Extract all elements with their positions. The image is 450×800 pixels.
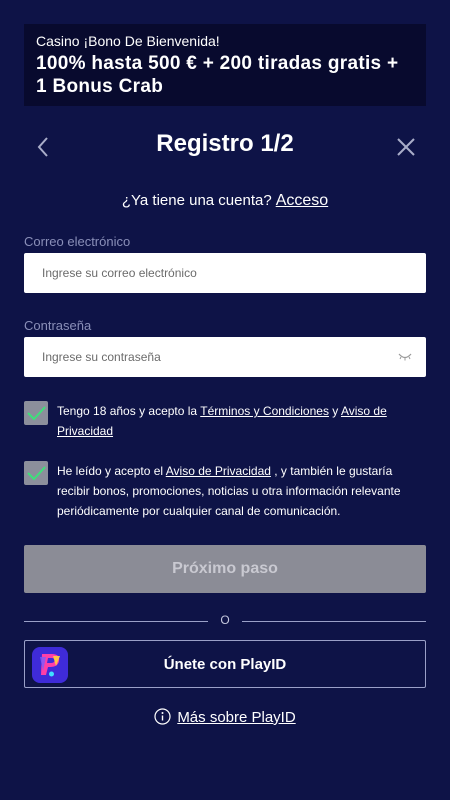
password-field[interactable] [24,337,426,377]
password-field-wrapper [24,337,426,377]
close-icon [397,138,415,156]
login-prompt: ¿Ya tiene una cuenta? Acceso [0,192,450,210]
more-about-playid-link[interactable]: Más sobre PlayID [177,709,295,726]
next-step-button[interactable]: Próximo paso [24,545,426,593]
privacy-link-marketing[interactable]: Aviso de Privacidad [166,464,271,478]
close-button[interactable] [394,134,418,160]
email-field-wrapper [24,253,426,293]
join-playid-button[interactable]: Únete con PlayID [24,640,426,688]
login-question: ¿Ya tiene una cuenta? [121,192,272,209]
banner-subtitle: Casino ¡Bono De Bienvenida! [36,33,220,49]
marketing-checkbox[interactable] [24,461,48,485]
more-about-playid: Más sobre PlayID [0,708,450,726]
banner-title: 100% hasta 500 € + 200 tiradas gratis + … [36,53,399,97]
checkmark-icon [27,466,46,481]
info-icon [154,708,171,725]
divider-label: O [220,613,230,627]
password-label: Contraseña [24,318,92,333]
playid-button-label: Únete con PlayID [163,656,287,673]
terms-text-middle: y [328,404,341,418]
email-label: Correo electrónico [24,234,131,249]
marketing-consent-text: He leído y acepto el Aviso de Privacidad… [57,461,426,521]
or-divider: O [24,612,426,630]
eye-hidden-icon[interactable] [398,351,412,363]
page-title: Registro 1/2 [156,130,294,157]
divider-line-right [242,621,426,622]
terms-text-before: Tengo 18 años y acepto la [57,404,201,418]
marketing-text-before: He leído y acepto el [57,464,166,478]
checkmark-icon [27,406,46,421]
welcome-bonus-banner: Casino ¡Bono De Bienvenida! 100% hasta 5… [24,24,426,106]
registration-header: Registro 1/2 [24,128,426,166]
terms-checkbox[interactable] [24,401,48,425]
email-field[interactable] [24,253,426,293]
terms-consent-text: Tengo 18 años y acepto la Términos y Con… [57,401,426,441]
terms-link[interactable]: Términos y Condiciones [200,404,329,418]
marketing-consent-row: He leído y acepto el Aviso de Privacidad… [24,461,426,523]
terms-consent-row: Tengo 18 años y acepto la Términos y Con… [24,401,426,443]
login-link[interactable]: Acceso [276,192,328,209]
